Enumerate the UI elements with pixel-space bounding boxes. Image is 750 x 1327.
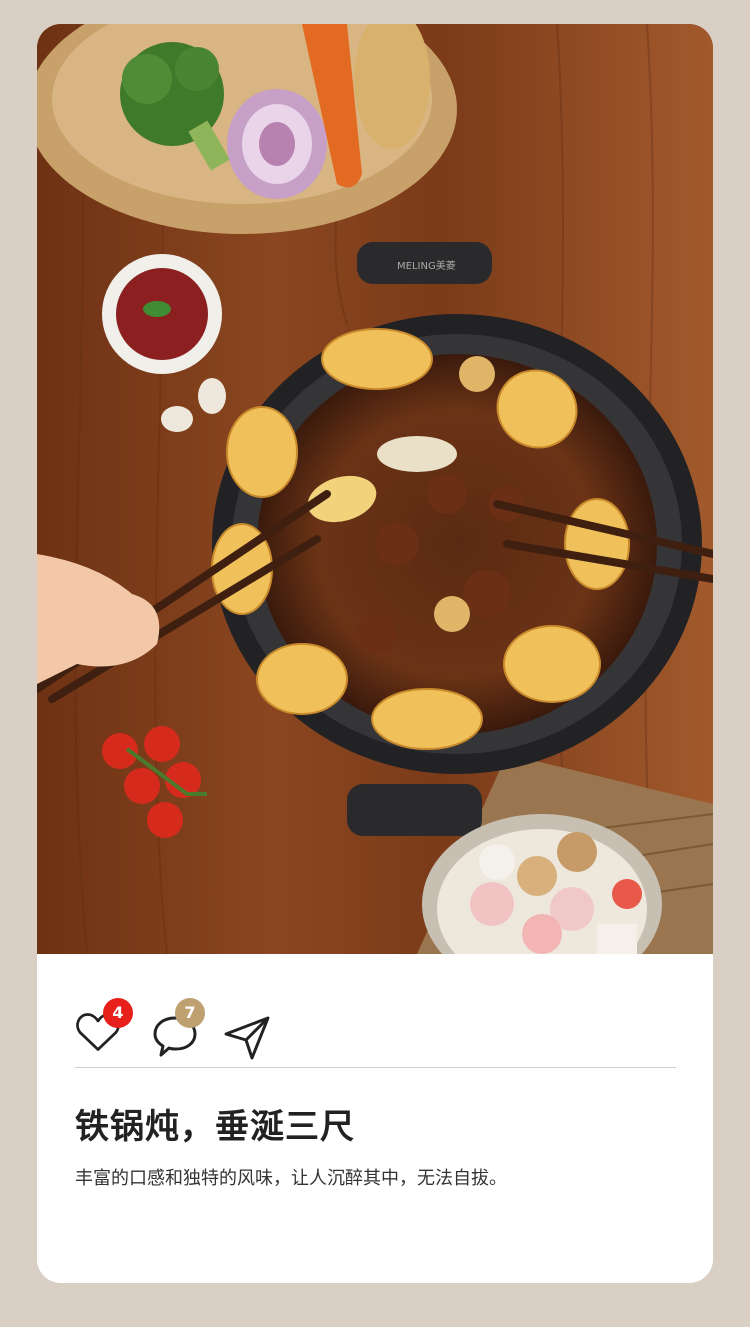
divider [75,1067,676,1068]
like-button[interactable]: 4 [75,998,133,1062]
pot-brand-text: MELING美菱 [397,259,456,272]
hotpot-photo[interactable]: MELING美菱 [37,24,713,954]
post-info: 4 7 铁锅炖，垂涎三尺 丰富的口感和独特的风味，让人沉醉其中，无法自拔。 [37,954,713,1283]
post-card: MELING美菱 4 7 铁锅炖，垂涎三尺 丰富的口感和独特的风味，让人沉醉其中… [37,24,713,1283]
comment-count-badge: 7 [175,998,205,1028]
post-description: 丰富的口感和独特的风味，让人沉醉其中，无法自拔。 [75,1168,507,1189]
send-icon [224,1016,270,1060]
post-title: 铁锅炖，垂涎三尺 [75,1107,355,1147]
like-count-badge: 4 [103,998,133,1028]
action-bar: 4 7 [75,998,375,1062]
comment-button[interactable]: 7 [151,998,205,1062]
share-button[interactable] [222,1012,272,1062]
